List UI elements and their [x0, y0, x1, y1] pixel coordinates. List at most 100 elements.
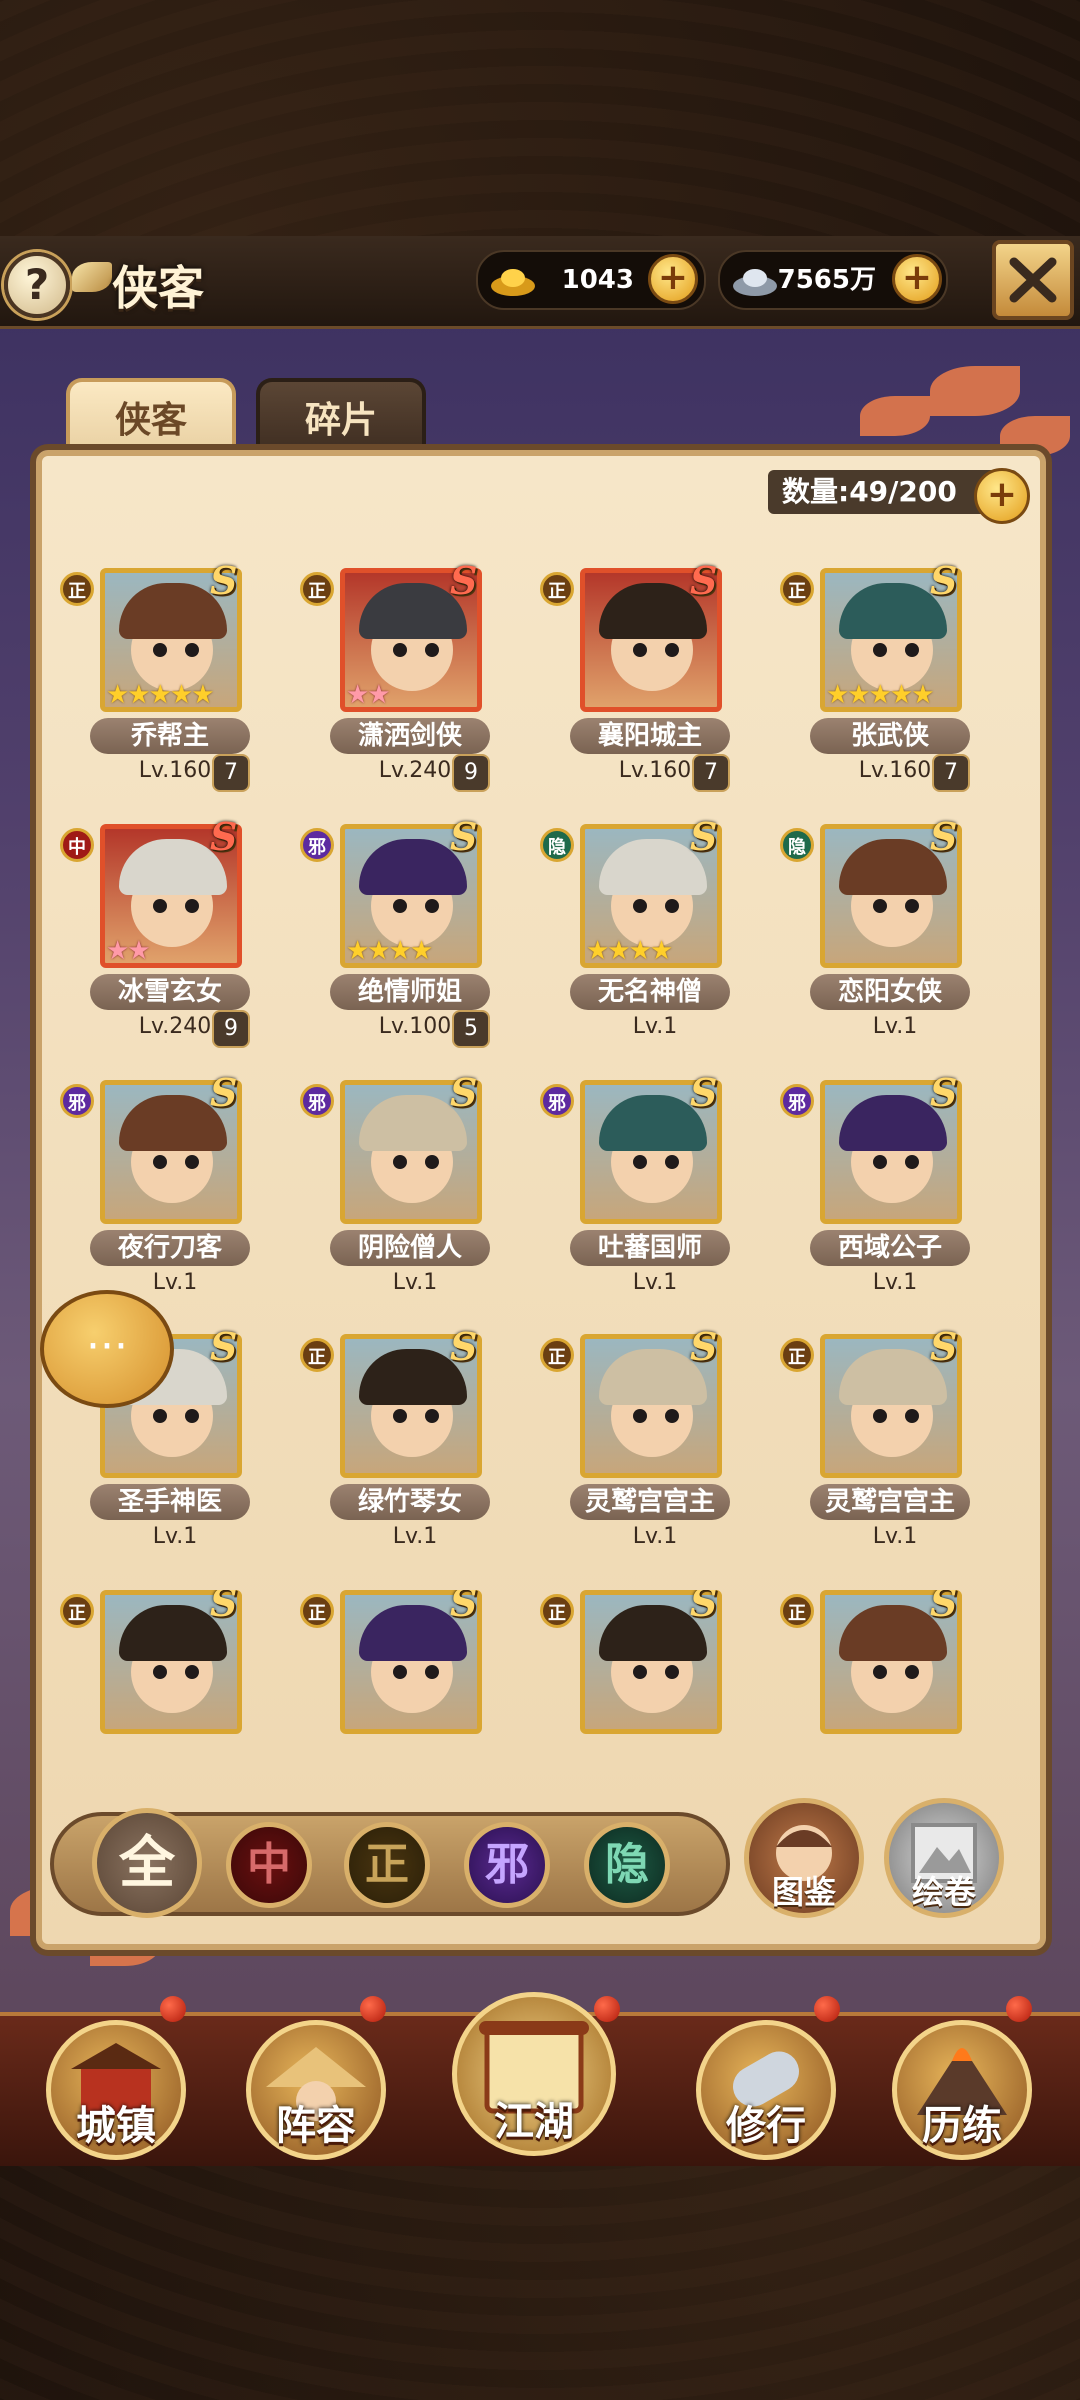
hero-card[interactable]: 正S: [300, 1590, 500, 1770]
hero-eye: [185, 899, 199, 913]
faction-badge: 邪: [60, 1084, 94, 1118]
hero-eye: [393, 1155, 407, 1169]
hero-stars: ★★: [106, 936, 151, 966]
hero-card[interactable]: ★★★★ 隐 S 无名神僧 Lv.1: [540, 814, 740, 1054]
add-silver-button[interactable]: +: [892, 254, 942, 304]
hero-card[interactable]: 正 S 襄阳城主 Lv.160 7: [540, 558, 740, 798]
grade-badge: S: [210, 558, 238, 603]
add-gold-button[interactable]: +: [648, 254, 698, 304]
hero-eye: [633, 899, 647, 913]
hero-card[interactable]: 正 S 绿竹琴女 Lv.1: [300, 1324, 500, 1564]
scroll-gallery-label: 绘卷: [911, 1873, 976, 1911]
hero-card[interactable]: 正 S 灵鹫宫宫主 Lv.1: [540, 1324, 740, 1564]
chat-button[interactable]: ···: [40, 1290, 174, 1408]
nav-jianghu[interactable]: 江湖: [452, 1992, 616, 2156]
grade-badge: S: [690, 814, 718, 859]
hero-name: 潇洒剑侠: [330, 718, 490, 754]
filter-all-button[interactable]: 全: [92, 1808, 202, 1918]
hero-stars: ★★★★★: [826, 680, 935, 710]
hero-card[interactable]: 正S: [60, 1590, 260, 1770]
scroll-gallery-button[interactable]: 绘卷: [884, 1798, 1004, 1918]
filter-yin-button[interactable]: 隐: [584, 1822, 670, 1908]
grade-badge: S: [210, 814, 238, 859]
hero-name: 夜行刀客: [90, 1230, 250, 1266]
expand-capacity-button[interactable]: +: [974, 468, 1030, 524]
hero-card[interactable]: ★★ 正 S 潇洒剑侠 Lv.240 9: [300, 558, 500, 798]
close-icon: [1009, 257, 1057, 303]
hero-eye: [873, 1155, 887, 1169]
filter-zheng-button[interactable]: 正: [344, 1822, 430, 1908]
nav-town[interactable]: 城镇: [46, 2020, 186, 2160]
nav-practice[interactable]: 修行: [696, 2020, 836, 2160]
grade-badge: S: [930, 1324, 958, 1369]
hero-card[interactable]: 正 S 灵鹫宫宫主 Lv.1: [780, 1324, 980, 1564]
nav-town-label: 城镇: [76, 2102, 156, 2149]
codex-button[interactable]: 图鉴: [744, 1798, 864, 1918]
hero-stars: ★★★★★: [106, 680, 215, 710]
codex-label: 图鉴: [771, 1873, 836, 1911]
advance-badge: 7: [692, 754, 730, 792]
hero-card[interactable]: ★★ 中 S 冰雪玄女 Lv.240 9: [60, 814, 260, 1054]
faction-badge: 邪: [540, 1084, 574, 1118]
hero-stars: ★★★★: [346, 936, 433, 966]
faction-badge: 正: [60, 572, 94, 606]
hero-card[interactable]: ★★★★★ 正 S 张武侠 Lv.160 7: [780, 558, 980, 798]
tab-heroes[interactable]: 侠客: [66, 378, 236, 456]
hero-card[interactable]: 隐 S 恋阳女侠 Lv.1: [780, 814, 980, 1054]
nav-lineup-label: 阵容: [276, 2102, 356, 2149]
grade-badge: S: [450, 1324, 478, 1369]
nav-training[interactable]: 历练: [892, 2020, 1032, 2160]
hero-eye: [633, 1409, 647, 1423]
filter-zhong-button[interactable]: 中: [226, 1822, 312, 1908]
hero-card[interactable]: 正S: [540, 1590, 740, 1770]
nav-lineup[interactable]: 阵容: [246, 2020, 386, 2160]
hero-level: Lv.1: [392, 1524, 438, 1549]
hero-eye: [393, 643, 407, 657]
gold-value: 1043: [561, 265, 634, 295]
hero-level: Lv.1: [392, 1270, 438, 1295]
faction-badge: 邪: [300, 1084, 334, 1118]
hero-eye: [873, 899, 887, 913]
hero-stars: ★★: [346, 680, 391, 710]
hero-eye: [185, 643, 199, 657]
hero-card[interactable]: 邪 S 西域公子 Lv.1: [780, 1070, 980, 1310]
hero-card[interactable]: ★★★★★ 正 S 乔帮主 Lv.160 7: [60, 558, 260, 798]
hero-level: Lv.1: [632, 1524, 678, 1549]
tab-fragments[interactable]: 碎片: [256, 378, 426, 456]
hero-eye: [905, 643, 919, 657]
grade-badge: S: [210, 1324, 238, 1369]
faction-badge: 中: [60, 828, 94, 862]
hero-eye: [905, 1665, 919, 1679]
faction-badge: 正: [540, 1338, 574, 1372]
filter-xie-button[interactable]: 邪: [464, 1822, 550, 1908]
nav-jianghu-label: 江湖: [494, 2098, 574, 2145]
hero-eye: [425, 899, 439, 913]
hero-name: 吐蕃国师: [570, 1230, 730, 1266]
help-button[interactable]: ?: [4, 252, 70, 318]
hero-eye: [665, 899, 679, 913]
title-ornament-icon: [72, 262, 112, 292]
advance-badge: 9: [452, 754, 490, 792]
hero-card[interactable]: 邪 S 阴险僧人 Lv.1: [300, 1070, 500, 1310]
grade-badge: S: [930, 814, 958, 859]
hero-card[interactable]: 正S: [780, 1590, 980, 1770]
grade-badge: S: [210, 1070, 238, 1115]
faction-badge: 邪: [300, 828, 334, 862]
hero-name: 绿竹琴女: [330, 1484, 490, 1520]
hero-level: Lv.1: [632, 1270, 678, 1295]
faction-badge: 正: [300, 1594, 334, 1628]
hero-name: 无名神僧: [570, 974, 730, 1010]
grade-badge: S: [930, 1590, 958, 1625]
hero-eye: [153, 1665, 167, 1679]
silver-value: 7565万: [777, 265, 876, 295]
hero-eye: [665, 1409, 679, 1423]
hero-name: 张武侠: [810, 718, 970, 754]
hero-card[interactable]: 邪 S 夜行刀客 Lv.1: [60, 1070, 260, 1310]
hero-eye: [905, 1155, 919, 1169]
hero-card[interactable]: 邪 S 吐蕃国师 Lv.1: [540, 1070, 740, 1310]
close-button[interactable]: [992, 240, 1074, 320]
hero-level: Lv.1: [872, 1014, 918, 1039]
faction-badge: 隐: [780, 828, 814, 862]
gold-ingot-icon: [491, 269, 535, 296]
hero-card[interactable]: ★★★★ 邪 S 绝情师姐 Lv.100 5: [300, 814, 500, 1054]
